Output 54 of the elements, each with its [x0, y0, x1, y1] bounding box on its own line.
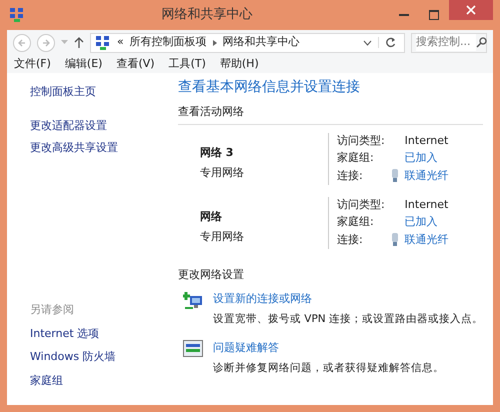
field-label: 家庭组:	[336, 214, 375, 230]
see-also-heading: 另请参阅	[30, 302, 75, 318]
field-value: Internet	[404, 132, 449, 148]
address-bar[interactable]: « 所有控制面板项 网络和共享中心	[90, 32, 405, 52]
network-icon	[9, 7, 25, 23]
menu-item[interactable]: 文件(F)	[14, 56, 51, 72]
breadcrumb-overflow[interactable]: «	[117, 34, 124, 51]
sidebar-link[interactable]: 更改适配器设置	[30, 118, 155, 134]
sidebar-link[interactable]: 更改高级共享设置	[30, 140, 155, 156]
dropdown-icon[interactable]	[363, 40, 372, 46]
section-heading: 更改网络设置	[178, 266, 245, 282]
connection-link[interactable]: 联通光纤	[404, 232, 449, 248]
task-link[interactable]: 问题疑难解答	[212, 340, 279, 357]
task-link[interactable]: 设置新的连接或网络	[212, 291, 312, 308]
field-value: Internet	[404, 196, 449, 212]
close-button[interactable]	[449, 0, 493, 20]
field-label: 连接:	[336, 168, 364, 184]
field-label: 访问类型:	[336, 132, 385, 148]
network-category: 专用网络	[200, 165, 245, 181]
new-connection-icon	[182, 291, 203, 311]
chevron-icon	[212, 40, 217, 46]
menu-item[interactable]: 帮助(H)	[220, 56, 259, 72]
sidebar-link[interactable]: Internet 选项	[30, 326, 155, 342]
window-title: 网络和共享中心	[160, 6, 254, 24]
search-field[interactable]: 搜索控制...	[411, 32, 487, 52]
menu-item[interactable]: 编辑(E)	[64, 56, 102, 72]
close-icon[interactable]	[466, 5, 476, 15]
sidebar-link[interactable]: 控制面板主页	[30, 84, 155, 100]
page-heading: 查看基本网络信息并设置连接	[178, 78, 361, 97]
up-arrow-icon[interactable]	[74, 37, 84, 48]
breadcrumb[interactable]: 网络和共享中心	[222, 34, 300, 51]
adapter-icon	[390, 233, 399, 246]
homegroup-link[interactable]: 已加入	[404, 214, 438, 230]
sidebar-link[interactable]: Windows 防火墙	[30, 349, 155, 366]
menu-item[interactable]: 工具(T)	[168, 56, 206, 72]
menu-item[interactable]: 查看(V)	[116, 56, 155, 72]
network-category: 专用网络	[200, 229, 245, 245]
network-name: 网络 3	[200, 144, 234, 160]
network-name: 网络	[200, 208, 223, 224]
breadcrumb[interactable]: 所有控制面板项	[130, 34, 207, 51]
field-label: 连接:	[336, 232, 364, 248]
search-icon[interactable]	[476, 37, 487, 48]
sidebar-link[interactable]: 家庭组	[30, 372, 155, 389]
network-icon	[95, 34, 111, 50]
section-heading: 查看活动网络	[178, 104, 245, 120]
homegroup-link[interactable]: 已加入	[404, 150, 438, 166]
field-label: 访问类型:	[336, 196, 385, 212]
task-description: 诊断并修复网络问题，或者获得疑难解答信息。	[212, 360, 444, 376]
troubleshoot-icon	[182, 340, 203, 358]
task-description: 设置宽带、拨号或 VPN 连接；或设置路由器或接入点。	[212, 312, 483, 326]
connection-link[interactable]: 联通光纤	[404, 168, 449, 184]
field-label: 家庭组:	[336, 150, 375, 166]
maximize-icon[interactable]	[429, 10, 439, 20]
adapter-icon	[390, 169, 399, 182]
